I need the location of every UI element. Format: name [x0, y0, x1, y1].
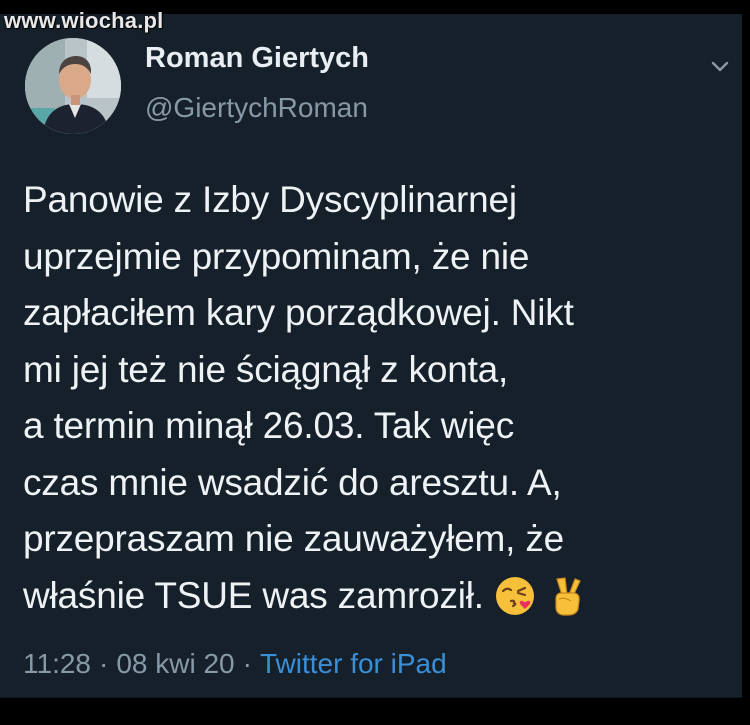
screenshot-frame: www.wiocha.pl Roman Giertych @GiertychRo… — [0, 0, 750, 725]
tweet-source-link[interactable]: Twitter for iPad — [260, 648, 447, 679]
avatar[interactable] — [25, 38, 121, 134]
tweet-line: właśnie TSUE was zamroził. — [23, 574, 484, 616]
tweet-line: a termin minął 26.03. Tak więc — [23, 405, 514, 446]
avatar-photo-icon — [25, 38, 121, 134]
tweet-meta: 11:28 · 08 kwi 20 · Twitter for iPad — [23, 648, 447, 680]
tweet-line: przepraszam nie zauważyłem, że — [23, 518, 564, 559]
tweet-time[interactable]: 11:28 — [23, 648, 91, 679]
tweet-line: uprzejmie przypominam, że nie — [23, 235, 530, 277]
kissing-face-with-heart-emoji — [494, 575, 536, 622]
separator: · — [99, 648, 109, 679]
tweet-last-line: właśnie TSUE was zamroził. — [23, 568, 735, 627]
tweet-menu-button[interactable] — [706, 52, 734, 80]
tweet-line: Panowie z Izby Dyscyplinarnej — [23, 179, 517, 220]
author-handle[interactable]: @GiertychRoman — [145, 92, 368, 124]
separator: · — [242, 648, 252, 679]
tweet-card: Roman Giertych @GiertychRoman Panowie z … — [0, 14, 742, 698]
chevron-down-icon — [711, 61, 729, 72]
tweet-line: zapłaciłem kary porządkowej. Nikt — [23, 292, 574, 333]
watermark: www.wiocha.pl — [4, 8, 164, 33]
author-name[interactable]: Roman Giertych — [145, 42, 369, 75]
tweet-date[interactable]: 08 kwi 20 — [116, 648, 234, 679]
tweet-line: czas mnie wsadzić do aresztu. A, — [23, 461, 562, 503]
tweet-line: mi jej też nie ściągnął z konta, — [23, 348, 509, 390]
tweet-text: Panowie z Izby Dyscyplinarnej uprzejmie … — [23, 172, 735, 627]
victory-hand-emoji — [547, 575, 587, 622]
